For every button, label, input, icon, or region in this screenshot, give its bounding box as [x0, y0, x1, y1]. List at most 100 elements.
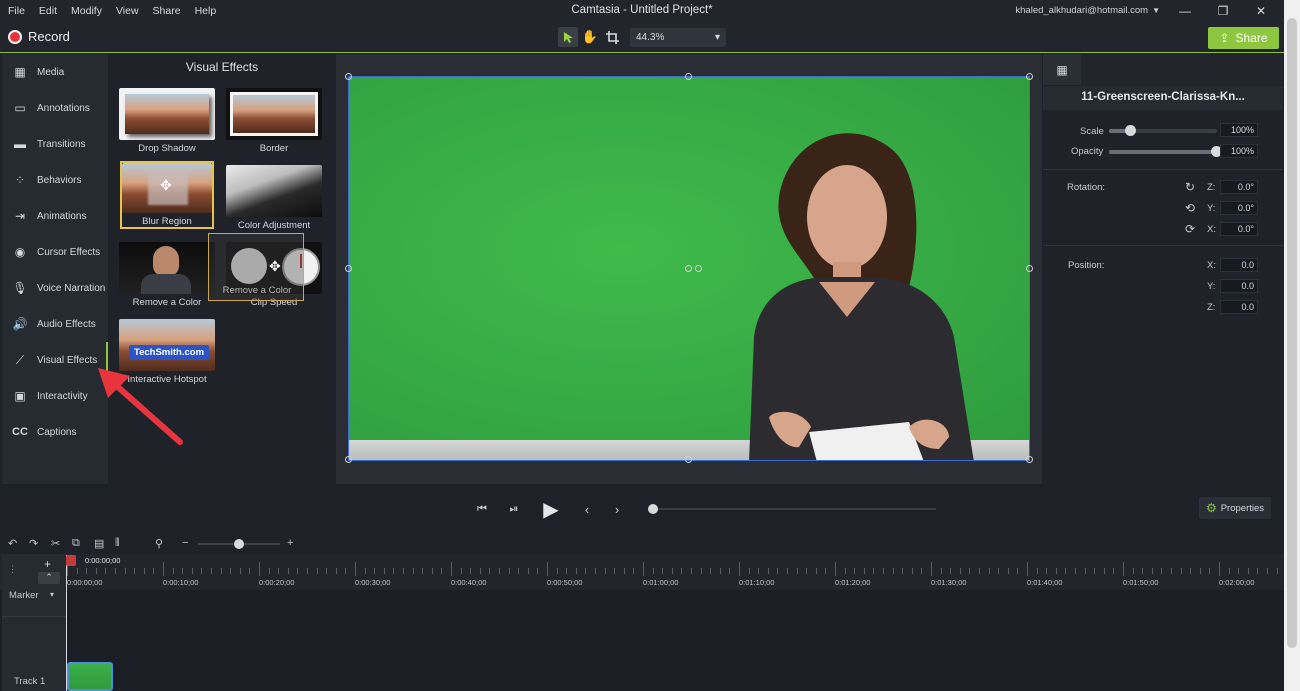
zoom-in-icon[interactable]: +	[287, 537, 293, 549]
paste-icon[interactable]: ▤	[94, 537, 104, 550]
position-z-value[interactable]: 0.0	[1220, 300, 1258, 314]
opacity-value[interactable]: 100%	[1220, 144, 1258, 158]
sidebar-item-transitions[interactable]: ▬ Transitions	[2, 126, 108, 162]
time-tick	[633, 568, 634, 574]
rotation-x-value[interactable]: 0.0°	[1220, 222, 1258, 236]
resize-handle[interactable]	[345, 73, 352, 80]
collapse-icon[interactable]: ⌃	[38, 572, 60, 584]
video-properties-tab[interactable]: ▦	[1043, 54, 1081, 85]
resize-handle[interactable]	[1026, 265, 1033, 272]
effect-tile-border[interactable]: Border	[226, 88, 322, 154]
account-menu[interactable]: khaled_alkhudari@hotmail.com ▼	[1015, 5, 1160, 16]
zoom-out-icon[interactable]: −	[182, 537, 188, 549]
cut-icon[interactable]: ✂	[51, 537, 60, 550]
menu-view[interactable]: View	[116, 5, 139, 17]
scale-value[interactable]: 100%	[1220, 123, 1258, 137]
rotation-y-value[interactable]: 0.0°	[1220, 201, 1258, 215]
timeline-clip[interactable]	[67, 662, 113, 691]
time-tick	[374, 568, 375, 574]
time-tick	[403, 568, 404, 574]
divider	[1043, 169, 1283, 170]
next-icon[interactable]: ›	[608, 500, 626, 518]
menu-share[interactable]: Share	[153, 5, 181, 17]
add-track-icon[interactable]: +	[44, 557, 51, 571]
step-back-icon[interactable]: ⏯	[504, 500, 524, 518]
scale-label: Scale	[1080, 126, 1104, 137]
transitions-icon: ▬	[14, 137, 26, 151]
menu-modify[interactable]: Modify	[71, 5, 102, 17]
time-tick	[1171, 568, 1172, 574]
time-tick	[825, 568, 826, 574]
zoom-select[interactable]: 44.3% ▾	[630, 28, 726, 47]
time-tick	[912, 568, 913, 574]
share-button[interactable]: ⇪ Share	[1208, 27, 1279, 49]
time-tick	[797, 568, 798, 574]
hand-icon[interactable]: ✋	[580, 27, 600, 47]
effect-tile-blur-region[interactable]: ✥ Blur Region	[120, 161, 214, 229]
resize-handle[interactable]	[1026, 73, 1033, 80]
scrollbar-thumb[interactable]	[1287, 18, 1297, 648]
effect-tile-remove-a-color[interactable]: Remove a Color	[119, 242, 215, 308]
chevron-down-icon[interactable]: ▾	[50, 590, 54, 599]
copy-icon[interactable]: ⧉	[72, 537, 80, 550]
menu-help[interactable]: Help	[195, 5, 217, 17]
time-tick	[1152, 568, 1153, 574]
resize-handle[interactable]	[345, 265, 352, 272]
resize-handle[interactable]	[345, 456, 352, 463]
center-handle[interactable]	[695, 265, 702, 272]
center-handle[interactable]	[685, 265, 692, 272]
drag-handle-icon[interactable]: ⋮	[8, 564, 17, 575]
properties-button-label: Properties	[1220, 502, 1265, 514]
menu-file[interactable]: File	[8, 5, 25, 17]
redo-icon[interactable]: ↷	[29, 537, 38, 550]
sidebar-item-audio-effects[interactable]: 🔊 Audio Effects	[2, 306, 108, 342]
position-label: Position:	[1068, 260, 1105, 271]
timeline-toolbar: ↶ ↷ ✂ ⧉ ▤ ⫴ ⚲ − +	[0, 534, 1284, 554]
effect-tile-color-adjustment[interactable]: Color Adjustment	[226, 165, 322, 231]
play-icon[interactable]: ▶	[536, 494, 566, 524]
zoom-icon[interactable]: ⚲	[155, 537, 163, 550]
sidebar-item-media[interactable]: ▦ Media	[2, 54, 108, 90]
crop-icon[interactable]	[602, 27, 622, 47]
restore-icon[interactable]: ❐	[1204, 0, 1242, 22]
resize-handle[interactable]	[1026, 456, 1033, 463]
time-tick-label: 0:01:50;00	[1123, 578, 1159, 587]
timeline-zoom-knob[interactable]	[234, 539, 244, 549]
sidebar-item-voice-narration[interactable]: 🎙 Voice Narration	[2, 270, 108, 306]
previous-icon[interactable]: ‹	[578, 500, 596, 518]
marker-label[interactable]: Marker	[9, 590, 39, 601]
undo-icon[interactable]: ↶	[8, 537, 17, 550]
time-tick	[269, 568, 270, 574]
rewind-icon[interactable]: ⏮	[472, 500, 492, 518]
position-x-value[interactable]: 0.0	[1220, 258, 1258, 272]
time-tick	[528, 568, 529, 574]
minimize-icon[interactable]: —	[1166, 0, 1204, 22]
resize-handle[interactable]	[685, 73, 692, 80]
time-tick	[998, 568, 999, 574]
effect-tile-drop-shadow[interactable]: Drop Shadow	[119, 88, 215, 154]
divider	[2, 616, 66, 617]
opacity-label: Opacity	[1071, 146, 1104, 157]
position-axis-label: X:	[1207, 260, 1216, 271]
scale-slider-knob[interactable]	[1125, 125, 1136, 136]
position-y-value[interactable]: 0.0	[1220, 279, 1258, 293]
sidebar-item-cursor-effects[interactable]: ◉ Cursor Effects	[2, 234, 108, 270]
sidebar-item-label: Audio Effects	[37, 318, 96, 330]
time-tick	[1277, 568, 1278, 574]
properties-button[interactable]: ⚙ Properties	[1199, 497, 1271, 519]
pointer-icon[interactable]	[558, 27, 578, 47]
sidebar-item-animations[interactable]: ⇥ Animations	[2, 198, 108, 234]
menu-edit[interactable]: Edit	[39, 5, 57, 17]
scrubber-knob[interactable]	[648, 504, 658, 514]
close-icon[interactable]: ✕	[1242, 0, 1280, 22]
time-tick	[720, 568, 721, 574]
window-scrollbar[interactable]	[1284, 0, 1300, 691]
playhead-handle[interactable]	[66, 555, 76, 566]
rotation-z-value[interactable]: 0.0°	[1220, 180, 1258, 194]
sidebar-item-behaviors[interactable]: ⁘ Behaviors	[2, 162, 108, 198]
record-button[interactable]: Record	[8, 29, 70, 44]
sidebar-item-annotations[interactable]: ▭ Annotations	[2, 90, 108, 126]
resize-handle[interactable]	[685, 456, 692, 463]
scrubber-track[interactable]	[652, 508, 936, 510]
split-icon[interactable]: ⫴	[115, 537, 120, 550]
